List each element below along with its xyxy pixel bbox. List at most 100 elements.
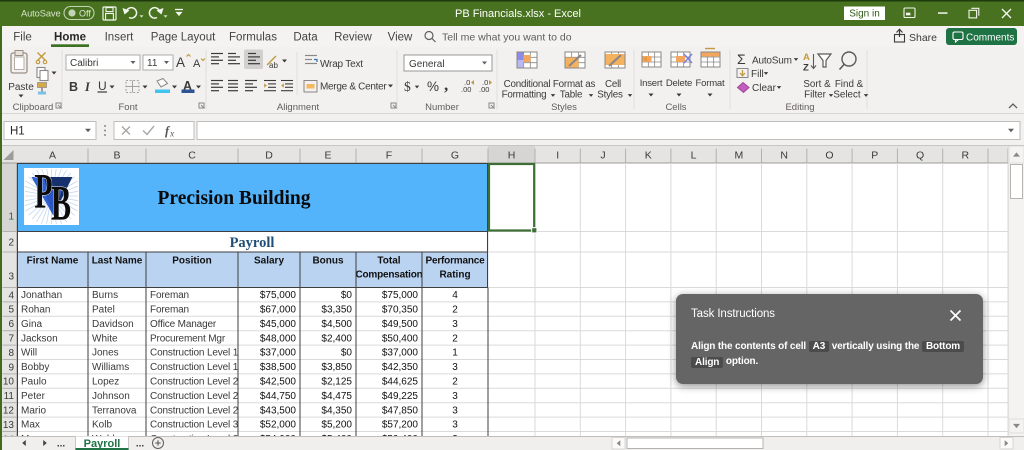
svg-text:Bonus: Bonus	[312, 256, 344, 267]
svg-text:D: D	[265, 150, 273, 162]
svg-text:Construction Level 3: Construction Level 3	[150, 420, 239, 431]
svg-text:Jonathan: Jonathan	[21, 290, 62, 301]
svg-text:Tell me what you want to do: Tell me what you want to do	[442, 32, 572, 44]
svg-text:1: 1	[8, 212, 14, 223]
svg-text:A: A	[49, 150, 56, 162]
svg-text:11: 11	[147, 58, 158, 69]
svg-text:4: 4	[452, 290, 458, 301]
svg-text:Off: Off	[79, 9, 91, 19]
svg-text:$48,000: $48,000	[260, 333, 297, 344]
svg-text:AutoSave: AutoSave	[21, 9, 61, 19]
svg-text:Sign in: Sign in	[849, 9, 880, 20]
svg-text:File: File	[13, 32, 32, 44]
svg-text:4: 4	[8, 290, 14, 301]
svg-text:$44,750: $44,750	[260, 391, 297, 402]
svg-text:$70,350: $70,350	[382, 305, 419, 316]
svg-text:Foreman: Foreman	[150, 305, 189, 316]
svg-text:Clear: Clear	[752, 83, 777, 94]
svg-text:Paste: Paste	[8, 82, 34, 93]
svg-text:$42,500: $42,500	[260, 377, 297, 388]
svg-text:Will: Will	[21, 348, 37, 359]
svg-text:Wrap Text: Wrap Text	[320, 59, 363, 70]
svg-text:F: F	[386, 150, 392, 162]
svg-text:$38,500: $38,500	[260, 362, 297, 373]
svg-text:Bobby: Bobby	[21, 362, 49, 373]
svg-text:Paulo: Paulo	[21, 377, 47, 388]
svg-text:$50,400: $50,400	[382, 333, 419, 344]
svg-text:Johnson: Johnson	[92, 391, 130, 402]
svg-text:Alignment: Alignment	[277, 102, 320, 113]
svg-text:Procurement Mgr: Procurement Mgr	[150, 333, 226, 344]
svg-text:Kolb: Kolb	[92, 420, 112, 431]
svg-text:Format: Format	[696, 78, 725, 89]
svg-text:Styles: Styles	[551, 102, 577, 113]
svg-text:Construction Level 2: Construction Level 2	[150, 377, 239, 388]
svg-text:Construction Level 2: Construction Level 2	[150, 391, 239, 402]
svg-text:1: 1	[452, 348, 458, 359]
svg-text:Font: Font	[118, 102, 137, 113]
svg-text:.00: .00	[479, 85, 489, 94]
svg-text:$2,125: $2,125	[321, 377, 352, 388]
svg-text:...: ...	[136, 439, 145, 450]
svg-text:View: View	[388, 32, 413, 44]
svg-text:Terranova: Terranova	[92, 405, 137, 416]
svg-text:13: 13	[3, 420, 15, 431]
svg-text:$67,000: $67,000	[260, 305, 297, 316]
svg-text:H: H	[508, 150, 516, 162]
svg-text:Delete: Delete	[666, 78, 692, 89]
svg-text:$0: $0	[341, 348, 353, 359]
svg-text:3: 3	[8, 272, 14, 283]
svg-text:Comments: Comments	[966, 33, 1014, 44]
svg-text:$: $	[404, 79, 411, 94]
svg-text:2: 2	[452, 377, 458, 388]
svg-text:8: 8	[8, 348, 14, 359]
svg-text:AutoSum: AutoSum	[752, 56, 792, 67]
svg-text:Format as: Format as	[553, 79, 596, 90]
svg-text:3: 3	[452, 319, 458, 330]
svg-text:B: B	[69, 80, 78, 94]
svg-text:2: 2	[452, 305, 458, 316]
svg-text:Last Name: Last Name	[92, 256, 143, 267]
svg-text:3: 3	[452, 405, 458, 416]
svg-text:Construction Level 2: Construction Level 2	[150, 405, 239, 416]
svg-text:Editing: Editing	[785, 102, 814, 113]
svg-text:K: K	[645, 150, 652, 162]
svg-text:Q: Q	[916, 150, 924, 162]
svg-text:Z: Z	[803, 63, 809, 74]
svg-text:x: x	[169, 130, 175, 140]
svg-text:$57,200: $57,200	[382, 420, 419, 431]
svg-text:$4,500: $4,500	[321, 319, 352, 330]
svg-text:3: 3	[452, 391, 458, 402]
svg-text:H1: H1	[10, 126, 25, 138]
svg-text:Jones: Jones	[92, 348, 119, 359]
svg-text:10: 10	[3, 377, 15, 388]
svg-text:Cell: Cell	[605, 79, 621, 90]
svg-text:B: B	[113, 150, 120, 162]
svg-text:Precision Building: Precision Building	[158, 188, 311, 209]
svg-text:Peter: Peter	[21, 391, 46, 402]
svg-text:Fill: Fill	[751, 69, 764, 80]
svg-text:Select: Select	[833, 90, 861, 101]
svg-text:N: N	[780, 150, 788, 162]
svg-text:$42,350: $42,350	[382, 362, 419, 373]
svg-text:Payroll: Payroll	[230, 235, 275, 251]
svg-text:Clipboard: Clipboard	[13, 102, 54, 113]
svg-text:First Name: First Name	[27, 256, 79, 267]
svg-text:...: ...	[57, 439, 66, 450]
svg-text:O: O	[825, 150, 833, 162]
svg-text:P: P	[34, 163, 52, 219]
svg-text:Cells: Cells	[665, 102, 686, 113]
svg-text:$44,625: $44,625	[382, 377, 419, 388]
svg-text:B: B	[51, 175, 71, 231]
svg-text:$47,850: $47,850	[382, 405, 419, 416]
svg-text:12: 12	[3, 406, 15, 417]
svg-text:$75,000: $75,000	[260, 290, 297, 301]
svg-text:Review: Review	[334, 32, 372, 44]
svg-text:Insert: Insert	[105, 32, 135, 44]
svg-text:$2,400: $2,400	[321, 333, 352, 344]
svg-text:Williams: Williams	[92, 362, 129, 373]
svg-text:Sort &: Sort &	[803, 79, 831, 90]
svg-text:$52,000: $52,000	[260, 420, 297, 431]
svg-text:$5,200: $5,200	[321, 420, 352, 431]
svg-text:Mario: Mario	[21, 405, 46, 416]
